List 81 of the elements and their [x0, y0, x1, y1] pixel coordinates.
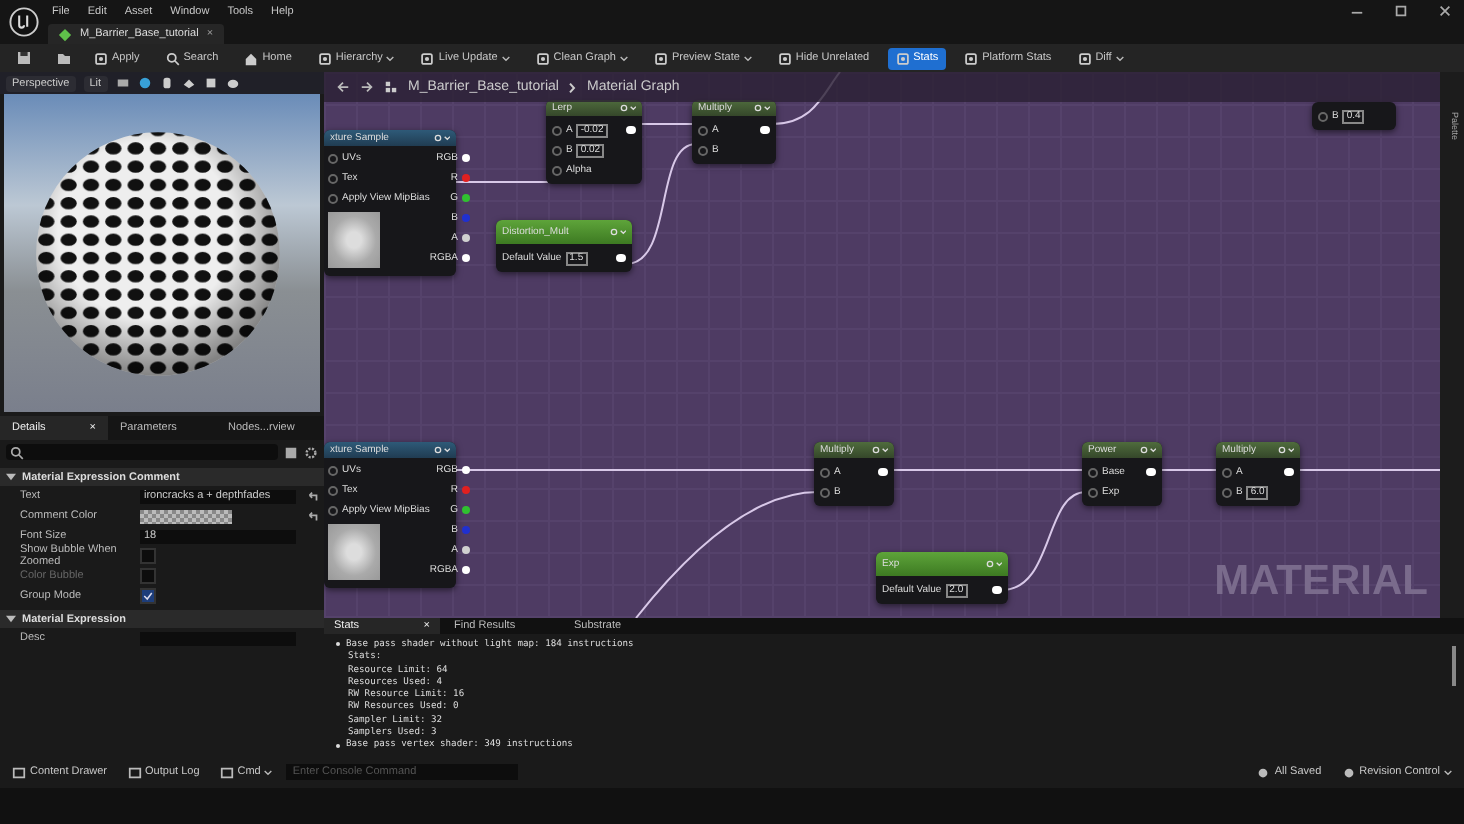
- preview-toggle-icon[interactable]: [1278, 446, 1294, 454]
- output-pin-icon[interactable]: [462, 566, 470, 574]
- reset-arrow-icon[interactable]: [306, 509, 320, 523]
- checkbox[interactable]: [140, 548, 156, 564]
- preview-toggle-icon[interactable]: [754, 104, 770, 112]
- chevron-icon: [568, 81, 577, 93]
- pin-icon[interactable]: [1088, 467, 1098, 477]
- pin-icon[interactable]: [552, 125, 562, 135]
- output-pin-icon[interactable]: [878, 468, 888, 476]
- output-pin-icon[interactable]: [462, 234, 470, 242]
- checkbox[interactable]: [140, 588, 156, 604]
- settings-icon[interactable]: [304, 445, 318, 459]
- search-icon: [165, 51, 180, 65]
- pin-icon[interactable]: [328, 193, 338, 203]
- forward-arrow-icon[interactable]: [360, 80, 374, 94]
- pin-icon[interactable]: [552, 145, 562, 155]
- engine-logo-icon[interactable]: [8, 6, 40, 38]
- pin-icon[interactable]: [328, 465, 338, 475]
- pin-icon[interactable]: [698, 125, 708, 135]
- output-pin-icon[interactable]: [1284, 468, 1294, 476]
- preview-toggle-icon[interactable]: [620, 104, 636, 112]
- preview-toggle-icon[interactable]: [872, 446, 888, 454]
- reset-arrow-icon[interactable]: [306, 489, 320, 503]
- close-icon[interactable]: [1438, 4, 1452, 18]
- save-icon[interactable]: [16, 50, 32, 66]
- pin-icon[interactable]: [328, 505, 338, 515]
- pin-icon[interactable]: [1222, 487, 1232, 497]
- preview-toggle-icon[interactable]: [434, 134, 450, 142]
- pin-icon[interactable]: [1222, 467, 1232, 477]
- maximize-icon[interactable]: [1394, 4, 1408, 18]
- sphere-icon[interactable]: [137, 76, 152, 90]
- toolbar-icon: [535, 51, 550, 65]
- home-icon: [244, 51, 259, 65]
- panel-icon: [12, 765, 26, 779]
- panel-icon: [127, 765, 142, 779]
- pin-icon[interactable]: [328, 153, 338, 163]
- pin-icon[interactable]: [698, 145, 708, 155]
- output-pin-icon[interactable]: [462, 546, 470, 554]
- search-field[interactable]: [6, 444, 278, 460]
- preview-toggle-icon[interactable]: [434, 446, 450, 454]
- panel-icon: [219, 765, 234, 779]
- toolbar-icon: [964, 51, 979, 65]
- toolbar-icon: [94, 51, 108, 65]
- folder-icon[interactable]: [56, 50, 72, 66]
- toolbar-icon: [317, 51, 332, 65]
- pin-icon[interactable]: [328, 173, 338, 183]
- color-swatch[interactable]: [140, 509, 232, 523]
- preview-toggle-icon[interactable]: [986, 560, 1002, 568]
- toolbar-icon: [653, 51, 668, 65]
- output-pin-icon[interactable]: [992, 586, 1002, 594]
- status-icon: [1256, 765, 1271, 779]
- texture-thumbnail: [328, 524, 380, 580]
- pin-icon[interactable]: [328, 485, 338, 495]
- output-pin-icon[interactable]: [626, 126, 636, 134]
- scrollbar[interactable]: [1452, 646, 1456, 687]
- output-pin-icon[interactable]: [760, 126, 770, 134]
- pin-icon[interactable]: [820, 467, 830, 477]
- back-arrow-icon[interactable]: [336, 80, 350, 94]
- pin-icon[interactable]: [820, 487, 830, 497]
- toolbar-icon: [420, 51, 435, 65]
- output-pin-icon[interactable]: [616, 254, 626, 262]
- graph-icon: [384, 80, 398, 94]
- search-icon: [10, 445, 24, 459]
- texture-thumbnail: [328, 212, 380, 268]
- pin-icon[interactable]: [1088, 487, 1098, 497]
- output-pin-icon[interactable]: [462, 466, 470, 474]
- toolbar-icon: [1077, 51, 1092, 65]
- toolbar-icon: [777, 51, 792, 65]
- toolbar-icon: [895, 51, 910, 65]
- preview-toggle-icon[interactable]: [610, 228, 626, 236]
- input-field[interactable]: [140, 631, 296, 645]
- pin-icon[interactable]: [1318, 111, 1328, 121]
- preview-toggle-icon[interactable]: [1140, 446, 1156, 454]
- output-pin-icon[interactable]: [462, 154, 470, 162]
- pin-icon[interactable]: [552, 165, 562, 175]
- output-pin-icon[interactable]: [462, 254, 470, 262]
- caret-icon[interactable]: [6, 472, 16, 482]
- status-icon: [1341, 765, 1356, 779]
- caret-icon[interactable]: [6, 614, 16, 624]
- output-pin-icon[interactable]: [1146, 468, 1156, 476]
- cylinder-icon[interactable]: [159, 76, 174, 90]
